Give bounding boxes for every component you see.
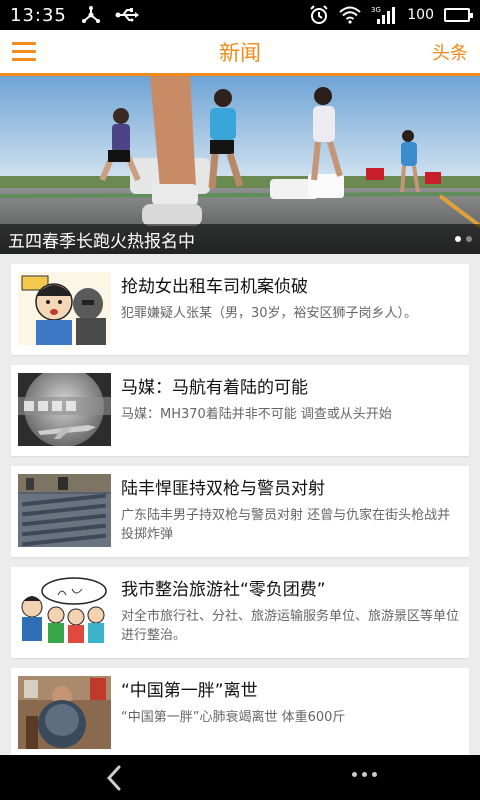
seized-weapons-thumbnail [18,474,111,547]
news-item[interactable]: 陆丰悍匪持双枪与警员对射 广东陆丰男子持双枪与警员对射 还曾与仇家在街头枪战并投… [11,466,469,557]
status-bar: 13:35 3G 100 [0,0,480,30]
news-title: 马媒：马航有着陆的可能 [121,378,308,398]
system-nav-bar [0,755,480,800]
headlines-tab[interactable]: 头条 [432,39,468,65]
news-summary: 对全市旅行社、分社、旅游运输服务单位、旅游景区等单位进行整治。 [121,609,460,643]
news-title: “中国第一胖”离世 [121,681,258,701]
news-item[interactable]: 马媒：马航有着陆的可能 马媒：MH370着陆并非不可能 调查或从头开始 [11,365,469,456]
usb-icon [115,8,139,22]
cartoon-tour-group-thumbnail [18,575,111,648]
news-title: 我市整治旅游社“零负团费” [121,580,326,600]
hero-banner[interactable]: 五四春季长跑火热报名中 [0,76,480,254]
carousel-dot[interactable] [466,236,472,242]
hero-caption: 五四春季长跑火热报名中 [8,231,195,252]
cartoon-robbery-thumbnail [18,272,111,345]
news-summary: 犯罪嫌疑人张某（男，30岁，裕安区狮子岗乡人）。 [121,306,418,321]
more-dots-icon[interactable] [352,772,377,777]
news-summary: 马媒：MH370着陆并非不可能 调查或从头开始 [121,407,392,422]
carousel-dot[interactable] [455,236,461,242]
battery-level: 100 [407,7,434,23]
app-header: 新闻 头条 [0,30,480,76]
status-time: 13:35 [10,4,67,26]
page-title: 新闻 [219,40,261,65]
back-chevron-icon[interactable] [100,763,130,793]
news-item[interactable]: 抢劫女出租车司机案侦破 犯罪嫌疑人张某（男，30岁，裕安区狮子岗乡人）。 [11,264,469,355]
signal-icon: 3G [371,5,397,25]
news-list: 抢劫女出租车司机案侦破 犯罪嫌疑人张某（男，30岁，裕安区狮子岗乡人）。 马媒：… [0,254,480,755]
news-summary: “中国第一胖”心肺衰竭离世 体重600斤 [121,710,346,725]
hero-caption-bar: 五四春季长跑火热报名中 [0,224,480,254]
wifi-icon [339,6,361,24]
battery-icon [444,8,473,22]
heavy-man-photo-thumbnail [18,676,111,749]
usb-share-icon [81,6,101,24]
airplane-mystery-thumbnail [18,373,111,446]
news-item[interactable]: 我市整治旅游社“零负团费” 对全市旅行社、分社、旅游运输服务单位、旅游景区等单位… [11,567,469,658]
hamburger-menu-icon[interactable] [0,29,48,75]
news-summary: 广东陆丰男子持双枪与警员对射 还曾与仇家在街头枪战并投掷炸弹 [121,508,451,542]
carousel-indicator [455,236,472,242]
network-type: 3G [371,6,381,14]
alarm-icon [309,5,329,25]
news-item[interactable]: “中国第一胖”离世 “中国第一胖”心肺衰竭离世 体重600斤 [11,668,469,755]
news-title: 抢劫女出租车司机案侦破 [121,277,308,297]
news-title: 陆丰悍匪持双枪与警员对射 [121,479,325,499]
